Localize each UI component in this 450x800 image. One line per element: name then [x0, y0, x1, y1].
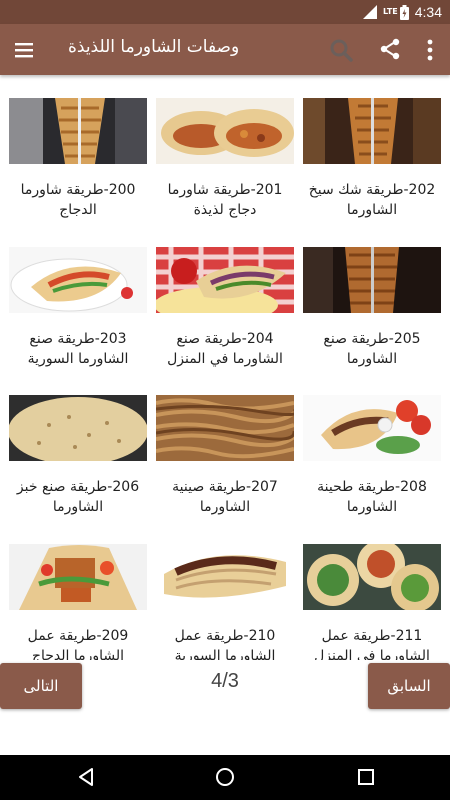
- recipe-thumbnail: [156, 98, 294, 164]
- recents-icon[interactable]: [356, 767, 376, 787]
- app-bar: وصفات الشاورما اللذيذة: [0, 24, 450, 75]
- recipe-thumbnail: [9, 395, 147, 461]
- more-vert-icon[interactable]: [420, 37, 440, 63]
- previous-button[interactable]: السابق: [368, 663, 450, 709]
- recipe-thumbnail: [303, 544, 441, 610]
- status-bar: LTE 4:34: [0, 0, 450, 24]
- recipe-label: 202-طريقة شك سيخ الشاورما: [308, 182, 436, 218]
- menu-icon[interactable]: [12, 38, 36, 62]
- recipe-thumbnail: [9, 247, 147, 313]
- recipe-label: 207-طريقة صينية الشاورما: [172, 479, 278, 515]
- recipe-card[interactable]: 209-طريقة عمل الشاورما الدجاج: [9, 544, 147, 666]
- recipe-label: 204-طريقة صنع الشاورما في المنزل: [167, 331, 283, 367]
- recipe-card[interactable]: 210-طريقة عمل الشاورما السورية: [156, 544, 294, 666]
- signal-icon: [363, 5, 378, 19]
- recipe-card[interactable]: 208-طريقة طحينة الشاورما: [303, 395, 441, 517]
- network-type: LTE: [383, 7, 398, 16]
- recipe-thumbnail: [156, 544, 294, 610]
- recipe-thumbnail: [303, 98, 441, 164]
- status-time: 4:34: [414, 4, 442, 20]
- recipe-thumbnail: [156, 247, 294, 313]
- recipe-label: 201-طريقة شاورما دجاج لذيذة: [167, 182, 283, 218]
- recipe-card[interactable]: 203-طريقة صنع الشاورما السورية: [9, 247, 147, 369]
- recipe-thumbnail: [9, 98, 147, 164]
- recipe-thumbnail: [9, 544, 147, 610]
- recipe-grid: 202-طريقة شك سيخ الشاورما 201-طريقة شاور…: [0, 75, 450, 670]
- recipe-card[interactable]: 211-طريقة عمل الشاورما في المنزل: [303, 544, 441, 666]
- recipe-card[interactable]: 202-طريقة شك سيخ الشاورما: [303, 98, 441, 220]
- battery-icon: [399, 4, 409, 20]
- recipe-card[interactable]: 200-طريقة شاورما الدجاج: [9, 98, 147, 220]
- recipe-label: 208-طريقة طحينة الشاورما: [317, 479, 427, 515]
- page-indicator: 4/3: [211, 670, 239, 692]
- recipe-card[interactable]: 206-طريقة صنع خبز الشاورما: [9, 395, 147, 517]
- next-button[interactable]: التالى: [0, 663, 82, 709]
- recipe-card[interactable]: 201-طريقة شاورما دجاج لذيذة: [156, 98, 294, 220]
- navigation-bar: [0, 755, 450, 800]
- recipe-thumbnail: [303, 395, 441, 461]
- recipe-label: 200-طريقة شاورما الدجاج: [20, 182, 136, 218]
- page-title: وصفات الشاورما اللذيذة: [68, 37, 240, 57]
- recipe-card[interactable]: 207-طريقة صينية الشاورما: [156, 395, 294, 517]
- recipe-thumbnail: [156, 395, 294, 461]
- recipe-label: 203-طريقة صنع الشاورما السورية: [27, 331, 129, 367]
- recipe-thumbnail: [303, 247, 441, 313]
- home-icon[interactable]: [215, 767, 235, 787]
- recipe-card[interactable]: 204-طريقة صنع الشاورما في المنزل: [156, 247, 294, 369]
- pagination-bar: التالى 4/3 السابق: [0, 660, 450, 755]
- search-icon[interactable]: [328, 37, 354, 63]
- recipe-card[interactable]: 205-طريقة صنع الشاورما: [303, 247, 441, 369]
- recipe-label: 206-طريقة صنع خبز الشاورما: [16, 479, 140, 515]
- share-icon[interactable]: [378, 37, 402, 61]
- recipe-label: 205-طريقة صنع الشاورما: [323, 331, 421, 367]
- back-icon[interactable]: [76, 767, 96, 787]
